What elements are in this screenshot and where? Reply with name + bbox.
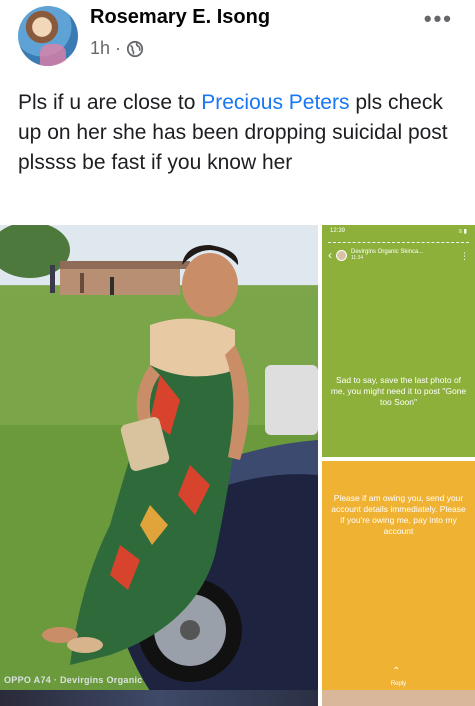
avatar[interactable] [18,6,78,66]
status-time: 12:39 [330,228,346,234]
next-photos-strip [0,690,475,706]
meta-separator: · [115,38,122,58]
story-header: ‹ Devirgins Organic Skinca... 11:34 [328,249,423,261]
next-photo-right[interactable] [322,690,475,706]
next-photo-left[interactable] [0,690,318,706]
more-options-button[interactable]: ••• [424,6,453,32]
photo-watermark: OPPO A74 · Devirgins Organic [4,675,143,685]
author-name[interactable]: Rosemary E. Isong [90,6,270,29]
photo-main-illustration [0,225,318,691]
photo-story-yellow[interactable]: Please if am owing you, send your accoun… [322,461,475,691]
photo-story-green[interactable]: 12:39 ≡ ▮ ‹ Devirgins Organic Skinca... … [322,225,475,457]
status-icons: ≡ ▮ [458,229,467,235]
post-meta: 1h · [90,38,144,59]
mention-link[interactable]: Precious Peters [201,91,349,114]
story-message: Sad to say, save the last photo of me, y… [330,375,467,407]
story-avatar [336,249,347,261]
reply-label[interactable]: Reply [322,681,475,687]
reply-icon[interactable]: ⌃ [392,666,400,677]
post-time[interactable]: 1h [90,38,110,59]
photo-main[interactable]: OPPO A74 · Devirgins Organic [0,225,318,691]
post-text: Pls if u are close to Precious Peters pl… [18,88,458,178]
progress-divider [328,242,469,243]
back-icon[interactable]: ‹ [328,249,332,261]
globe-icon [126,40,144,57]
post-header: Rosemary E. Isong 1h · ••• [0,0,475,72]
story-time: 11:34 [351,255,364,261]
post-text-before: Pls if u are close to [18,91,202,114]
status-bar: 12:39 ≡ ▮ [322,225,475,239]
photo-grid: OPPO A74 · Devirgins Organic 12:39 ≡ ▮ ‹… [0,225,475,706]
story-more-icon[interactable]: ⋮ [460,251,469,262]
story-message-2: Please if am owing you, send your accoun… [331,493,466,536]
